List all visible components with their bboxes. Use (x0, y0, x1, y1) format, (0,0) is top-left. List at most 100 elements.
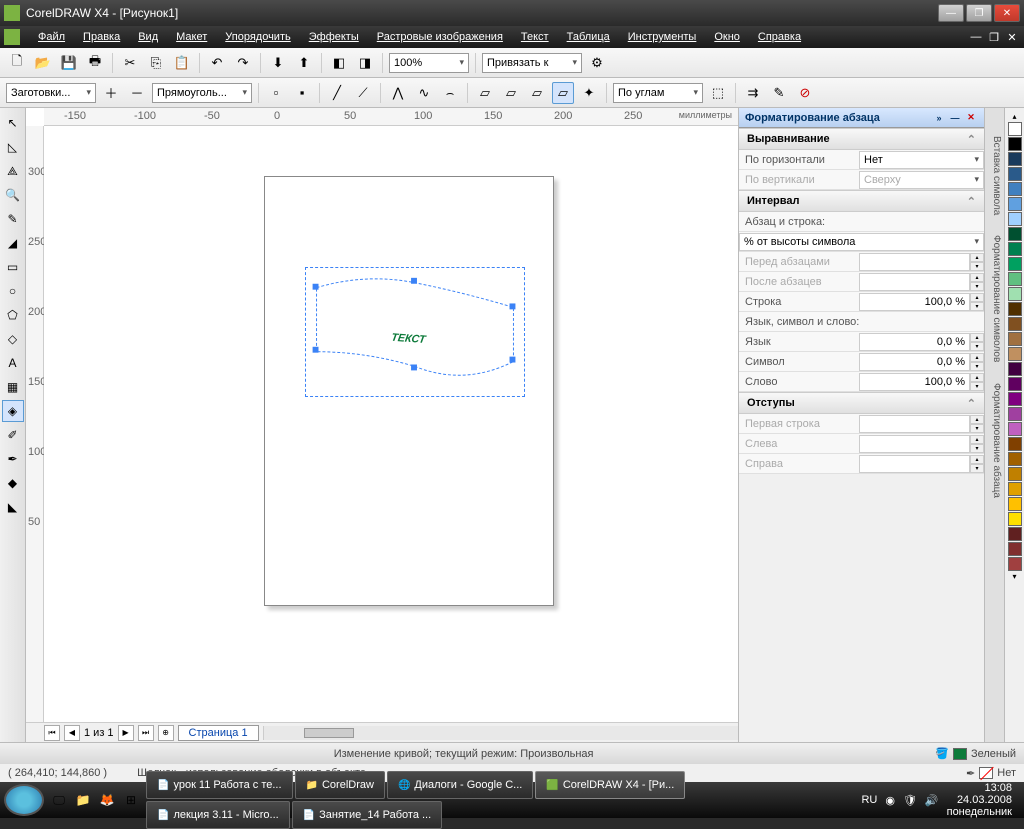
mode1-icon[interactable]: ▱ (474, 82, 496, 104)
basic-shapes-icon[interactable]: ◇ (2, 328, 24, 350)
mode4-icon[interactable]: ▱ (552, 82, 574, 104)
section-alignment[interactable]: Выравнивание (739, 128, 984, 150)
color-swatch[interactable] (1008, 272, 1022, 286)
line-input[interactable]: 100,0 % (859, 293, 970, 311)
char-input[interactable]: 0,0 % (859, 353, 970, 371)
color-swatch[interactable] (1008, 182, 1022, 196)
rectangle-tool-icon[interactable]: ▭ (2, 256, 24, 278)
color-swatch[interactable] (1008, 392, 1022, 406)
open-icon[interactable]: 📂 (32, 52, 54, 74)
color-swatch[interactable] (1008, 287, 1022, 301)
clear-envelope-icon[interactable]: ⊘ (794, 82, 816, 104)
color-swatch[interactable] (1008, 482, 1022, 496)
color-swatch[interactable] (1008, 302, 1022, 316)
color-swatch[interactable] (1008, 467, 1022, 481)
text-tool-icon[interactable]: A (2, 352, 24, 374)
vtab-insert-char[interactable]: Вставка символа (985, 128, 1004, 223)
preset-combo[interactable]: Заготовки... (6, 83, 96, 103)
ql-desktop-icon[interactable]: 🖵 (48, 789, 70, 811)
color-swatch[interactable] (1008, 437, 1022, 451)
new-icon[interactable]: 🗋 (6, 52, 28, 74)
export-icon[interactable]: ⬆ (293, 52, 315, 74)
color-swatch[interactable] (1008, 332, 1022, 346)
vtab-para-format[interactable]: Форматирование абзаца (985, 375, 1004, 506)
color-swatch[interactable] (1008, 137, 1022, 151)
snap-combo[interactable]: Привязать к (482, 53, 582, 73)
eyedropper-icon[interactable]: ✎ (768, 82, 790, 104)
add-new-icon[interactable]: ✦ (578, 82, 600, 104)
smart-fill-icon[interactable]: ◢ (2, 232, 24, 254)
page-tab[interactable]: Страница 1 (178, 725, 259, 741)
task-item[interactable]: 📄 Занятие_14 Работа ... (292, 801, 442, 829)
close-button[interactable]: ✕ (994, 4, 1020, 22)
menu-edit[interactable]: Правка (75, 29, 128, 45)
task-item-active[interactable]: 🟩 CorelDRAW X4 - [Ри... (535, 771, 685, 799)
mode3-icon[interactable]: ▱ (526, 82, 548, 104)
word-input[interactable]: 100,0 % (859, 373, 970, 391)
curve-mode-icon[interactable]: ⟋ (352, 82, 374, 104)
redo-icon[interactable]: ↷ (232, 52, 254, 74)
options-icon[interactable]: ⚙ (586, 52, 608, 74)
color-swatch[interactable] (1008, 317, 1022, 331)
color-swatch[interactable] (1008, 347, 1022, 361)
zoom-tool-icon[interactable]: 🔍 (2, 184, 24, 206)
freehand-tool-icon[interactable]: ✎ (2, 208, 24, 230)
keep-lines-icon[interactable]: ⬚ (707, 82, 729, 104)
add-preset-icon[interactable]: ＋ (100, 82, 122, 104)
menu-tools[interactable]: Инструменты (620, 29, 705, 45)
spacing-unit-combo[interactable]: % от высоты символа (739, 233, 984, 251)
docker-close-icon[interactable]: ✕ (964, 111, 978, 125)
menu-table[interactable]: Таблица (559, 29, 618, 45)
page-next-button[interactable]: ▶ (118, 725, 134, 741)
palette-down-icon[interactable]: ▾ (1012, 572, 1016, 581)
envelope-text-object[interactable]: ТЕКСТ (305, 267, 525, 397)
smooth-icon[interactable]: ∿ (413, 82, 435, 104)
outline-swatch[interactable] (979, 767, 993, 779)
maximize-button[interactable]: ❐ (966, 4, 992, 22)
mdi-minimize[interactable]: — (968, 30, 984, 44)
polygon-tool-icon[interactable]: ⬠ (2, 304, 24, 326)
menu-bitmaps[interactable]: Растровые изображения (369, 29, 511, 45)
ql-explorer-icon[interactable]: 📁 (72, 789, 94, 811)
copy-icon[interactable]: ⎘ (145, 52, 167, 74)
color-swatch[interactable] (1008, 377, 1022, 391)
interactive-fill-icon[interactable]: ◣ (2, 496, 24, 518)
page-first-button[interactable]: ⏮ (44, 725, 60, 741)
save-icon[interactable]: 💾 (58, 52, 80, 74)
mode2-icon[interactable]: ▱ (500, 82, 522, 104)
ellipse-tool-icon[interactable]: ○ (2, 280, 24, 302)
color-swatch[interactable] (1008, 362, 1022, 376)
paste-icon[interactable]: 📋 (171, 52, 193, 74)
color-swatch[interactable] (1008, 407, 1022, 421)
remove-preset-icon[interactable]: － (126, 82, 148, 104)
palette-up-icon[interactable]: ▴ (1012, 112, 1016, 121)
app-launcher-icon[interactable]: ◧ (328, 52, 350, 74)
color-swatch[interactable] (1008, 122, 1022, 136)
import-icon[interactable]: ⬇ (267, 52, 289, 74)
tray-volume-icon[interactable]: 🔊 (925, 794, 939, 807)
crop-tool-icon[interactable]: ⟁ (2, 160, 24, 182)
docker-collapse-icon[interactable]: » (932, 111, 946, 125)
start-button[interactable] (4, 784, 44, 816)
canvas[interactable]: ТЕКСТ (44, 126, 738, 722)
color-swatch[interactable] (1008, 497, 1022, 511)
interactive-tool-icon[interactable]: ◈ (2, 400, 24, 422)
ql-switch-icon[interactable]: ⊞ (120, 789, 142, 811)
page-add-button[interactable]: ⊕ (158, 725, 174, 741)
symm-icon[interactable]: ⌢ (439, 82, 461, 104)
color-swatch[interactable] (1008, 452, 1022, 466)
h-align-combo[interactable]: Нет (859, 151, 984, 169)
color-swatch[interactable] (1008, 212, 1022, 226)
copy-props-icon[interactable]: ⇉ (742, 82, 764, 104)
task-item[interactable]: 📄 лекция 3.11 - Micro... (146, 801, 290, 829)
menu-text[interactable]: Текст (513, 29, 557, 45)
envelope-shape-combo[interactable]: Прямоуголь... (152, 83, 252, 103)
undo-icon[interactable]: ↶ (206, 52, 228, 74)
fill-tool-icon[interactable]: ◆ (2, 472, 24, 494)
task-item[interactable]: 📄 урок 11 Работа с те... (146, 771, 293, 799)
color-swatch[interactable] (1008, 557, 1022, 571)
menu-layout[interactable]: Макет (168, 29, 215, 45)
color-swatch[interactable] (1008, 257, 1022, 271)
color-swatch[interactable] (1008, 422, 1022, 436)
task-item[interactable]: 📁 CorelDraw (295, 771, 385, 799)
